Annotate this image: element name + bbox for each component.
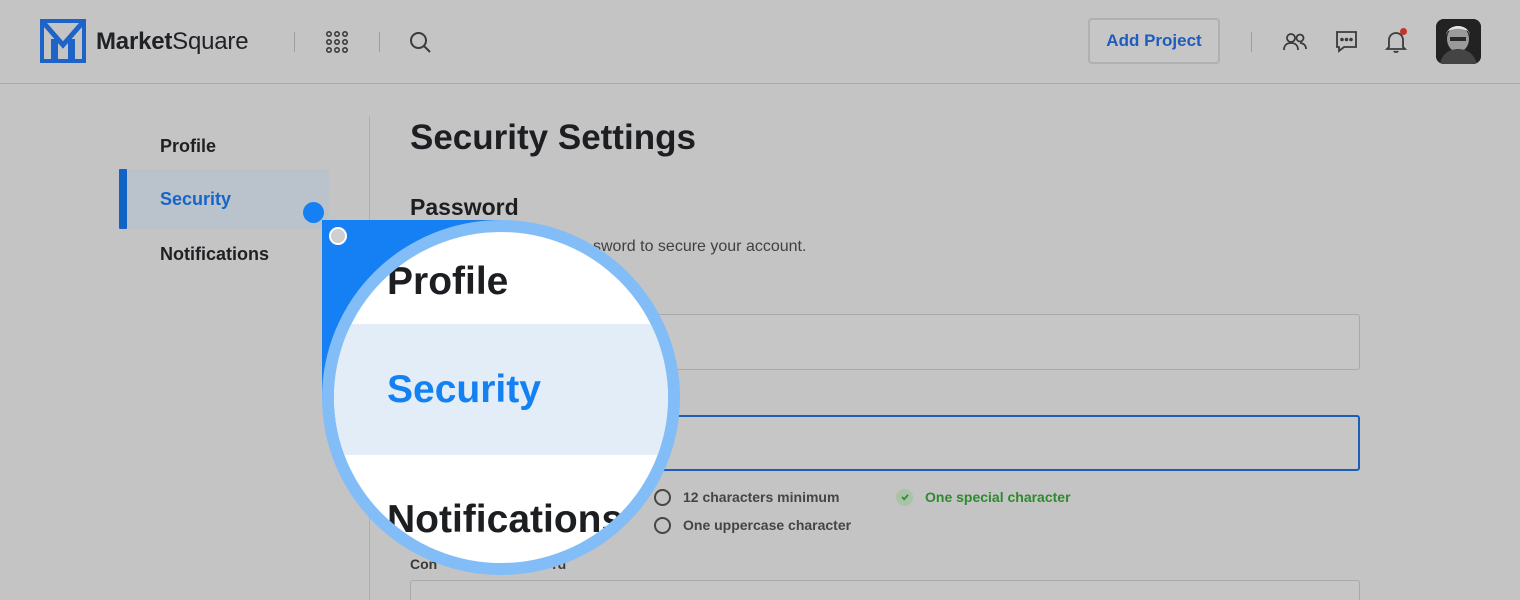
brand-name[interactable]: MarketSquare: [96, 27, 249, 57]
magnified-item-notifications: Notifications: [387, 498, 624, 541]
chat-icon[interactable]: [1334, 29, 1359, 54]
sidebar-item-security[interactable]: Security: [119, 169, 329, 229]
magnifier-lens: Profile Security Notifications: [322, 220, 680, 575]
check-icon: [896, 488, 913, 506]
header-divider: [1251, 32, 1252, 52]
requirement-min-length: 12 characters minimum: [654, 488, 839, 506]
top-header: MarketSquare Add Project: [0, 0, 1520, 84]
user-avatar[interactable]: [1436, 19, 1481, 64]
magnified-item-profile: Profile: [387, 260, 509, 303]
apps-grid-icon[interactable]: [325, 30, 349, 54]
callout-anchor-dot: [303, 202, 324, 223]
magnifier-pin: [329, 227, 347, 245]
requirement-label: One uppercase character: [683, 517, 852, 533]
header-divider: [294, 32, 295, 52]
requirement-label: 12 characters minimum: [683, 489, 840, 505]
sidebar-item-notifications[interactable]: Notifications: [119, 224, 329, 284]
add-project-button[interactable]: Add Project: [1088, 18, 1220, 64]
magnifier-content: Profile Security Notifications: [334, 232, 668, 563]
requirement-uppercase: One uppercase character: [654, 516, 851, 534]
requirement-special-char: One special character: [896, 488, 1071, 506]
search-icon[interactable]: [408, 30, 432, 54]
people-icon[interactable]: [1282, 30, 1308, 54]
requirement-label: One special character: [925, 489, 1071, 505]
brand-name-regular: Square: [172, 28, 249, 55]
marketsquare-logo[interactable]: [40, 19, 86, 63]
page-title: Security Settings: [410, 118, 696, 157]
notification-badge: [1400, 28, 1407, 35]
confirm-password-input[interactable]: [410, 580, 1360, 600]
brand-name-bold: Market: [96, 28, 173, 55]
header-divider: [379, 32, 380, 52]
password-section-title: Password: [410, 194, 519, 220]
sidebar-item-profile[interactable]: Profile: [119, 116, 329, 176]
magnified-item-security: Security: [334, 324, 668, 455]
